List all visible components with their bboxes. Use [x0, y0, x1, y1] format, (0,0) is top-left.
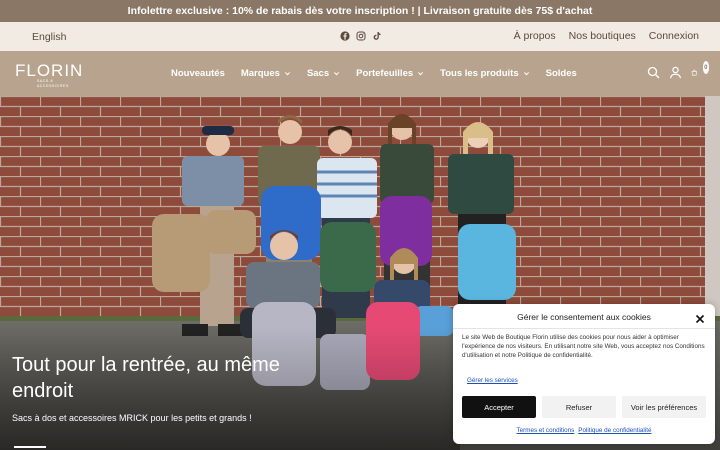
- logo-text: FLORIN: [15, 61, 84, 80]
- menu-item-tous-les-produits[interactable]: Tous les produits: [440, 68, 529, 79]
- hero-subtitle: Sacs à dos et accessoires MRICK pour les…: [12, 413, 252, 423]
- language-switch[interactable]: English: [32, 31, 66, 43]
- social-links: [340, 31, 382, 41]
- logo-tagline: SACS & ACCESSOIRES: [37, 79, 69, 88]
- close-icon[interactable]: [695, 311, 705, 324]
- search-icon[interactable]: [647, 66, 660, 79]
- utility-bar: English À propos Nos boutiques Connexion: [0, 22, 720, 51]
- cookie-buttons: Accepter Refuser Voir les préférences: [462, 396, 706, 418]
- chevron-down-icon: [333, 70, 340, 77]
- cookie-footer-links: Termes et conditions Politique de confid…: [453, 427, 715, 434]
- hero-title: Tout pour la rentrée, au même endroit: [12, 354, 280, 402]
- menu-item-label: Nouveautés: [171, 68, 225, 79]
- announcement-bar: Infolettre exclusive : 10% de rabais dès…: [0, 0, 720, 22]
- menu-item-nouveautes[interactable]: Nouveautés: [171, 68, 225, 79]
- chevron-down-icon: [523, 70, 530, 77]
- utility-links: À propos Nos boutiques Connexion: [514, 30, 699, 42]
- terms-link[interactable]: Termes et conditions: [517, 427, 575, 434]
- cart-icon[interactable]: 0: [691, 61, 709, 79]
- chevron-down-icon: [284, 70, 291, 77]
- main-menu: Nouveautés Marques Sacs Portefeuilles To…: [171, 68, 577, 79]
- nav-icons: 0: [647, 61, 709, 79]
- menu-item-sacs[interactable]: Sacs: [307, 68, 340, 79]
- preferences-button[interactable]: Voir les préférences: [622, 396, 706, 418]
- slide-indicator[interactable]: [14, 446, 46, 448]
- instagram-icon[interactable]: [356, 31, 366, 41]
- menu-item-label: Soldes: [545, 68, 577, 79]
- manage-services-link[interactable]: Gérer les services: [467, 377, 518, 384]
- about-link[interactable]: À propos: [514, 30, 556, 42]
- tiktok-icon[interactable]: [372, 31, 382, 41]
- menu-item-marques[interactable]: Marques: [241, 68, 291, 79]
- cookie-consent-dialog: Gérer le consentement aux cookies Le sit…: [453, 304, 715, 444]
- accept-button[interactable]: Accepter: [462, 396, 536, 418]
- chevron-down-icon: [417, 70, 424, 77]
- menu-item-label: Portefeuilles: [356, 68, 414, 79]
- account-icon[interactable]: [669, 66, 682, 79]
- refuse-button[interactable]: Refuser: [542, 396, 616, 418]
- menu-item-portefeuilles[interactable]: Portefeuilles: [356, 68, 424, 79]
- login-link[interactable]: Connexion: [649, 30, 699, 42]
- cookie-description: Le site Web de Boutique Florin utilise d…: [462, 334, 705, 359]
- cookie-title: Gérer le consentement aux cookies: [517, 312, 651, 322]
- menu-item-soldes[interactable]: Soldes: [546, 68, 577, 79]
- privacy-link[interactable]: Politique de confidentialité: [578, 427, 651, 434]
- announcement-text: Infolettre exclusive : 10% de rabais dès…: [127, 5, 593, 17]
- menu-item-label: Marques: [240, 68, 280, 79]
- cart-count-badge: 0: [702, 61, 709, 74]
- stores-link[interactable]: Nos boutiques: [569, 30, 636, 42]
- menu-item-label: Sacs: [306, 68, 330, 79]
- menu-item-label: Tous les produits: [440, 68, 519, 79]
- divider: [453, 328, 715, 329]
- logo[interactable]: FLORIN SACS & ACCESSOIRES: [15, 61, 84, 89]
- facebook-icon[interactable]: [340, 31, 350, 41]
- main-nav: FLORIN SACS & ACCESSOIRES Nouveautés Mar…: [0, 51, 720, 96]
